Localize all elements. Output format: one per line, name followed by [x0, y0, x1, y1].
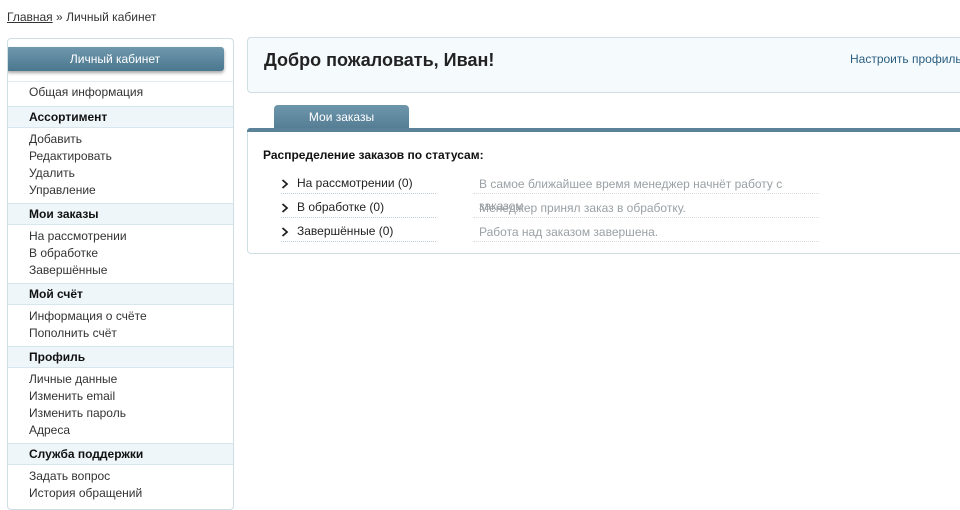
- profile-settings-link[interactable]: Настроить профиль: [850, 52, 960, 66]
- status-label: В обработке (0): [297, 200, 385, 214]
- sidebar: Личный кабинет Общая информация Ассортим…: [7, 38, 234, 510]
- chevron-right-icon: [281, 226, 289, 240]
- sidebar-item-change-email[interactable]: Изменить email: [8, 388, 233, 405]
- sidebar-section-assortment: Ассортимент: [8, 106, 233, 128]
- orders-status-title: Распределение заказов по статусам:: [263, 148, 484, 162]
- breadcrumb: Главная » Личный кабинет: [7, 10, 156, 24]
- sidebar-item-personal-data[interactable]: Личные данные: [8, 371, 233, 388]
- orders-panel: Распределение заказов по статусам: На ра…: [247, 132, 960, 254]
- sidebar-item-pending[interactable]: На рассмотрении: [8, 228, 233, 245]
- sidebar-item-manage[interactable]: Управление: [8, 182, 233, 199]
- sidebar-menu: Общая информация Ассортимент Добавить Ре…: [8, 81, 233, 502]
- sidebar-item-completed[interactable]: Завершённые: [8, 262, 233, 279]
- sidebar-item-addresses[interactable]: Адреса: [8, 422, 233, 439]
- chevron-right-icon: [281, 178, 289, 192]
- sidebar-item-general-info[interactable]: Общая информация: [8, 81, 233, 102]
- status-description: Менеджер принял заказ в обработку.: [473, 197, 819, 218]
- status-description: Работа над заказом завершена.: [473, 221, 819, 242]
- sidebar-item-add[interactable]: Добавить: [8, 131, 233, 148]
- sidebar-item-support-history[interactable]: История обращений: [8, 485, 233, 502]
- sidebar-item-edit[interactable]: Редактировать: [8, 148, 233, 165]
- sidebar-title: Личный кабинет: [8, 47, 224, 71]
- status-link-completed[interactable]: Завершённые (0): [281, 221, 436, 242]
- welcome-panel: Добро пожаловать, Иван! Настроить профил…: [247, 37, 960, 93]
- sidebar-item-top-up[interactable]: Пополнить счёт: [8, 325, 233, 342]
- breadcrumb-home-link[interactable]: Главная: [7, 10, 53, 24]
- breadcrumb-current: Личный кабинет: [66, 10, 157, 24]
- status-label: Завершённые (0): [297, 224, 394, 238]
- tab-my-orders[interactable]: Мои заказы: [274, 105, 409, 128]
- sidebar-section-my-orders: Мои заказы: [8, 203, 233, 225]
- sidebar-item-change-password[interactable]: Изменить пароль: [8, 405, 233, 422]
- status-link-pending[interactable]: На рассмотрении (0): [281, 173, 436, 194]
- breadcrumb-separator: »: [56, 10, 63, 24]
- sidebar-item-account-info[interactable]: Информация о счёте: [8, 308, 233, 325]
- sidebar-item-ask-question[interactable]: Задать вопрос: [8, 468, 233, 485]
- sidebar-item-delete[interactable]: Удалить: [8, 165, 233, 182]
- sidebar-section-profile: Профиль: [8, 346, 233, 368]
- welcome-title: Добро пожаловать, Иван!: [264, 50, 495, 70]
- status-label: На рассмотрении (0): [297, 176, 413, 190]
- sidebar-item-processing[interactable]: В обработке: [8, 245, 233, 262]
- orders-block: Мои заказы Распределение заказов по стат…: [247, 104, 960, 254]
- sidebar-section-my-account: Мой счёт: [8, 283, 233, 305]
- chevron-right-icon: [281, 202, 289, 216]
- status-description: В самое ближайшее время менеджер начнёт …: [473, 173, 819, 213]
- status-link-processing[interactable]: В обработке (0): [281, 197, 436, 218]
- sidebar-section-support: Служба поддержки: [8, 443, 233, 465]
